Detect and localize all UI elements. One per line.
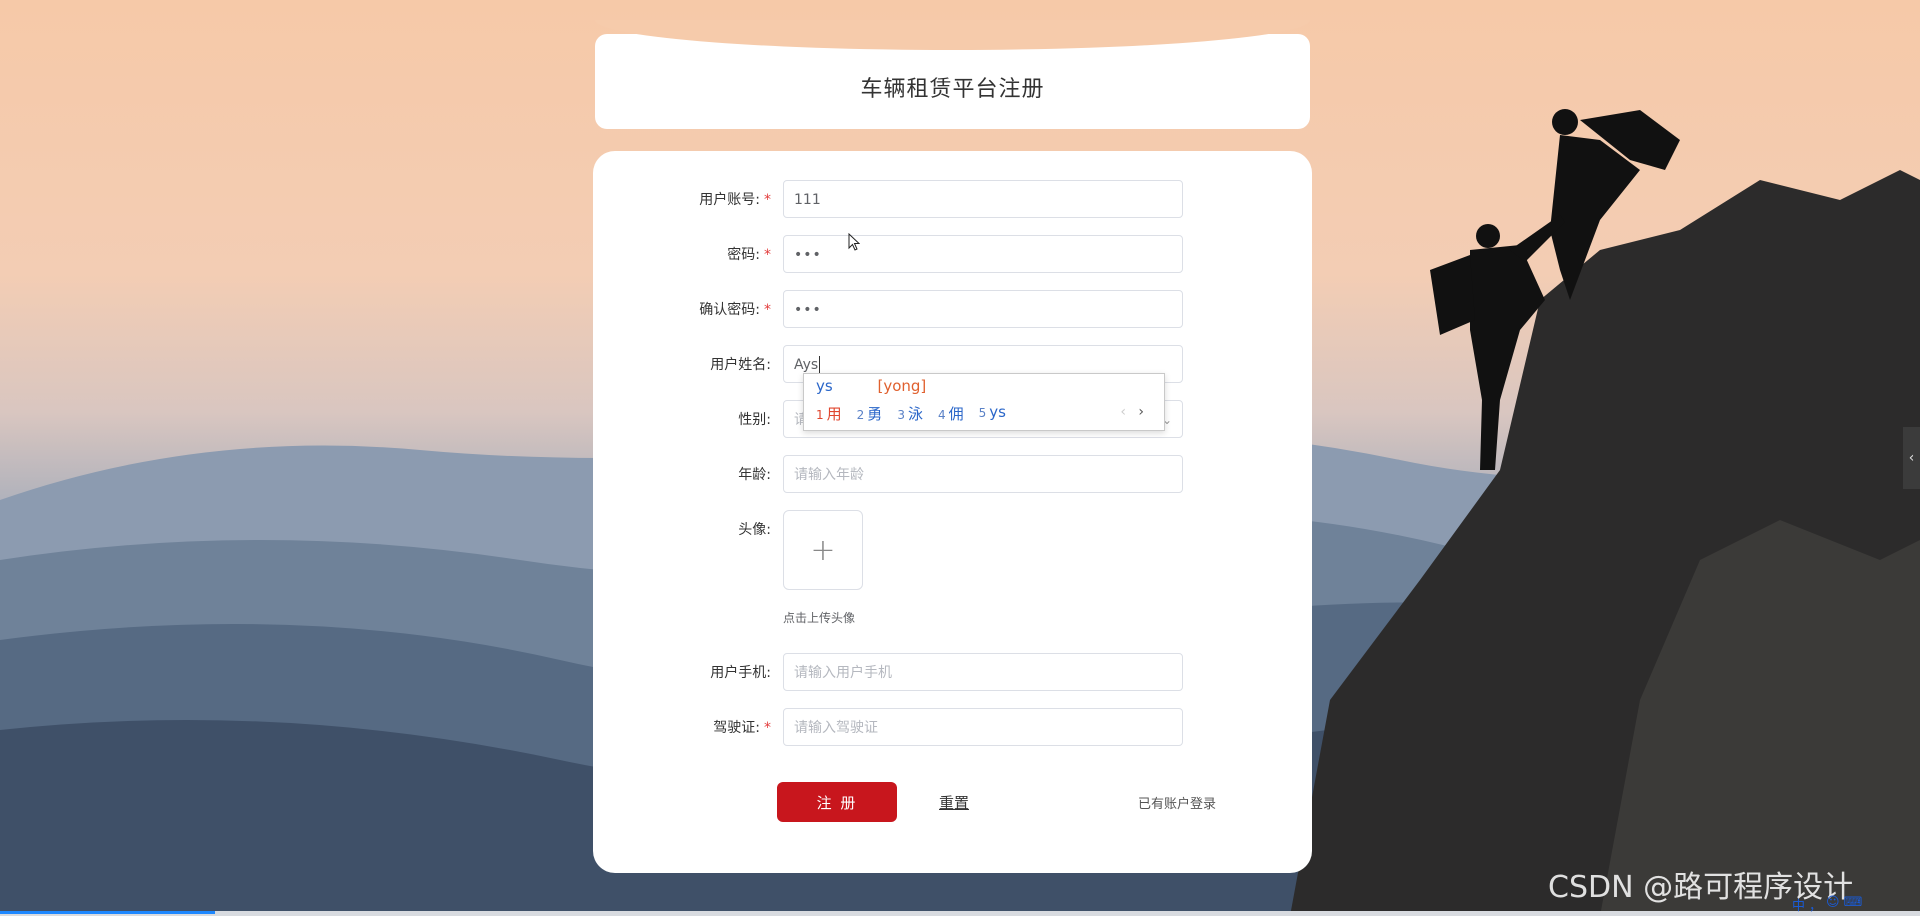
confirm-password-label: 确认密码: *: [699, 302, 771, 318]
ime-prev-icon[interactable]: ‹: [1120, 404, 1126, 420]
ime-candidate[interactable]: 5 ys: [979, 403, 1006, 424]
login-link[interactable]: 已有账户登录: [1138, 793, 1216, 812]
mouse-cursor-icon: [848, 233, 860, 251]
password-label: 密码: *: [727, 247, 771, 263]
name-label: 用户姓名:: [710, 357, 771, 373]
phone-label: 用户手机:: [710, 665, 771, 681]
plus-icon: +: [810, 532, 836, 568]
form-row-license: 驾驶证: * 请输入驾驶证: [593, 708, 1312, 748]
confirm-password-input[interactable]: •••: [783, 290, 1183, 328]
password-input[interactable]: •••: [783, 235, 1183, 273]
form-row-age: 年龄: 请输入年龄: [593, 455, 1312, 495]
tray-lang[interactable]: 中: [1792, 895, 1805, 914]
ime-candidate[interactable]: 1用: [816, 403, 842, 424]
name-input-value: Ays: [794, 357, 819, 373]
form-row-avatar: 头像: + 点击上传头像: [593, 510, 1312, 630]
register-button[interactable]: 注 册: [777, 782, 897, 822]
ime-tray: 中 ， ☺ ⌨: [1792, 895, 1862, 914]
chevron-left-icon: ‹: [1908, 450, 1915, 466]
emoji-icon[interactable]: ☺: [1826, 895, 1840, 914]
form-row-phone: 用户手机: 请输入用户手机: [593, 653, 1312, 693]
ime-candidate[interactable]: 4佣: [938, 403, 964, 424]
ime-candidate-popup: ys [yong] 1用 2勇 3泳 4佣 5 ys ‹ ›: [803, 373, 1165, 431]
license-input[interactable]: 请输入驾驶证: [783, 708, 1183, 746]
ime-candidate[interactable]: 3泳: [897, 403, 923, 424]
taskbar-strip: [0, 911, 1920, 916]
page-title-card: 车辆租赁平台注册: [595, 20, 1310, 129]
account-input[interactable]: 111: [783, 180, 1183, 218]
ime-input-text: ys: [816, 377, 833, 395]
upload-hint: 点击上传头像: [783, 611, 856, 625]
ime-next-icon[interactable]: ›: [1138, 404, 1144, 420]
age-input[interactable]: 请输入年龄: [783, 455, 1183, 493]
avatar-label: 头像:: [738, 522, 771, 538]
ime-candidate[interactable]: 2勇: [857, 403, 883, 424]
reset-button[interactable]: 重置: [939, 792, 969, 813]
form-row-password: 密码: * •••: [593, 235, 1312, 275]
keyboard-icon[interactable]: ⌨: [1844, 895, 1863, 914]
text-caret: [819, 356, 821, 374]
progress-indicator: [0, 911, 215, 914]
page-title: 车辆租赁平台注册: [860, 76, 1045, 102]
license-label: 驾驶证: *: [713, 720, 771, 736]
phone-input[interactable]: 请输入用户手机: [783, 653, 1183, 691]
gender-label: 性别:: [738, 412, 771, 428]
avatar-upload-button[interactable]: +: [783, 510, 863, 590]
tray-punct[interactable]: ，: [1809, 895, 1822, 914]
age-label: 年龄:: [738, 467, 771, 483]
ime-pinyin: [yong]: [877, 377, 927, 395]
form-row-confirm-password: 确认密码: * •••: [593, 290, 1312, 330]
form-row-account: 用户账号: * 111: [593, 180, 1312, 220]
account-label: 用户账号: *: [699, 192, 771, 208]
side-panel-toggle[interactable]: ‹: [1903, 427, 1920, 489]
register-form: 用户账号: * 111 密码: * ••• 确认密码: * ••• 用户姓名: Ays…: [593, 151, 1312, 873]
